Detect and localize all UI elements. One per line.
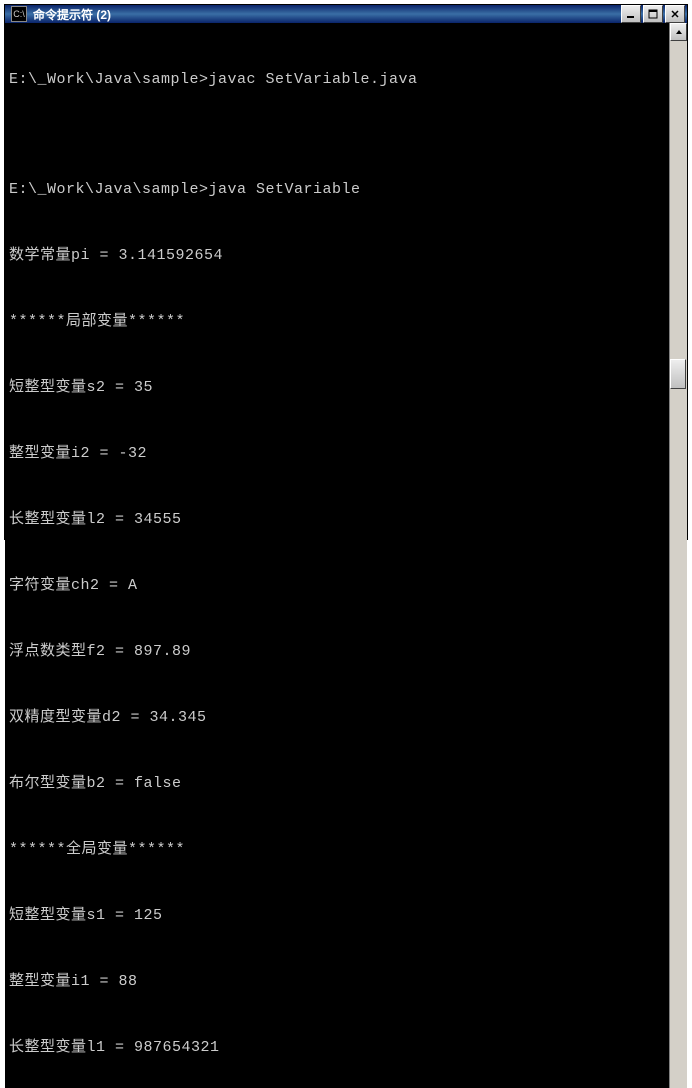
terminal-line: E:\_Work\Java\sample>javac SetVariable.j…	[9, 69, 665, 91]
terminal-line: 短整型变量s1 = 125	[9, 905, 665, 927]
terminal-line: 长整型变量l1 = 987654321	[9, 1037, 665, 1059]
terminal-output[interactable]: E:\_Work\Java\sample>javac SetVariable.j…	[5, 23, 669, 1088]
vertical-scrollbar[interactable]	[669, 23, 687, 1088]
app-icon: C:\	[11, 6, 27, 22]
terminal-line: 整型变量i2 = -32	[9, 443, 665, 465]
titlebar[interactable]: C:\ 命令提示符 (2)	[5, 5, 687, 23]
maximize-button[interactable]	[643, 5, 663, 23]
content-area: E:\_Work\Java\sample>javac SetVariable.j…	[5, 23, 687, 1088]
close-icon	[670, 9, 680, 19]
minimize-button[interactable]	[621, 5, 641, 23]
terminal-line: E:\_Work\Java\sample>java SetVariable	[9, 179, 665, 201]
window-title: 命令提示符 (2)	[31, 6, 619, 23]
scroll-track-vertical[interactable]	[670, 41, 687, 1088]
terminal-line: 整型变量i1 = 88	[9, 971, 665, 993]
terminal-line: 短整型变量s2 = 35	[9, 377, 665, 399]
arrow-up-icon	[675, 28, 683, 36]
terminal-line: ******局部变量******	[9, 311, 665, 333]
terminal-line: 浮点数类型f2 = 897.89	[9, 641, 665, 663]
terminal-line: 数学常量pi = 3.141592654	[9, 245, 665, 267]
terminal-line: ******全局变量******	[9, 839, 665, 861]
window-controls	[619, 5, 685, 23]
scroll-up-button[interactable]	[670, 23, 687, 41]
terminal-line: 长整型变量l2 = 34555	[9, 509, 665, 531]
maximize-icon	[648, 9, 658, 19]
minimize-icon	[626, 9, 636, 19]
close-button[interactable]	[665, 5, 685, 23]
scroll-thumb-vertical[interactable]	[670, 359, 686, 389]
terminal-line: 布尔型变量b2 = false	[9, 773, 665, 795]
terminal-line: 字符变量ch2 = A	[9, 575, 665, 597]
command-prompt-window: C:\ 命令提示符 (2) E:\_Work\Java\sample>javac…	[4, 4, 688, 540]
terminal-line: 双精度型变量d2 = 34.345	[9, 707, 665, 729]
